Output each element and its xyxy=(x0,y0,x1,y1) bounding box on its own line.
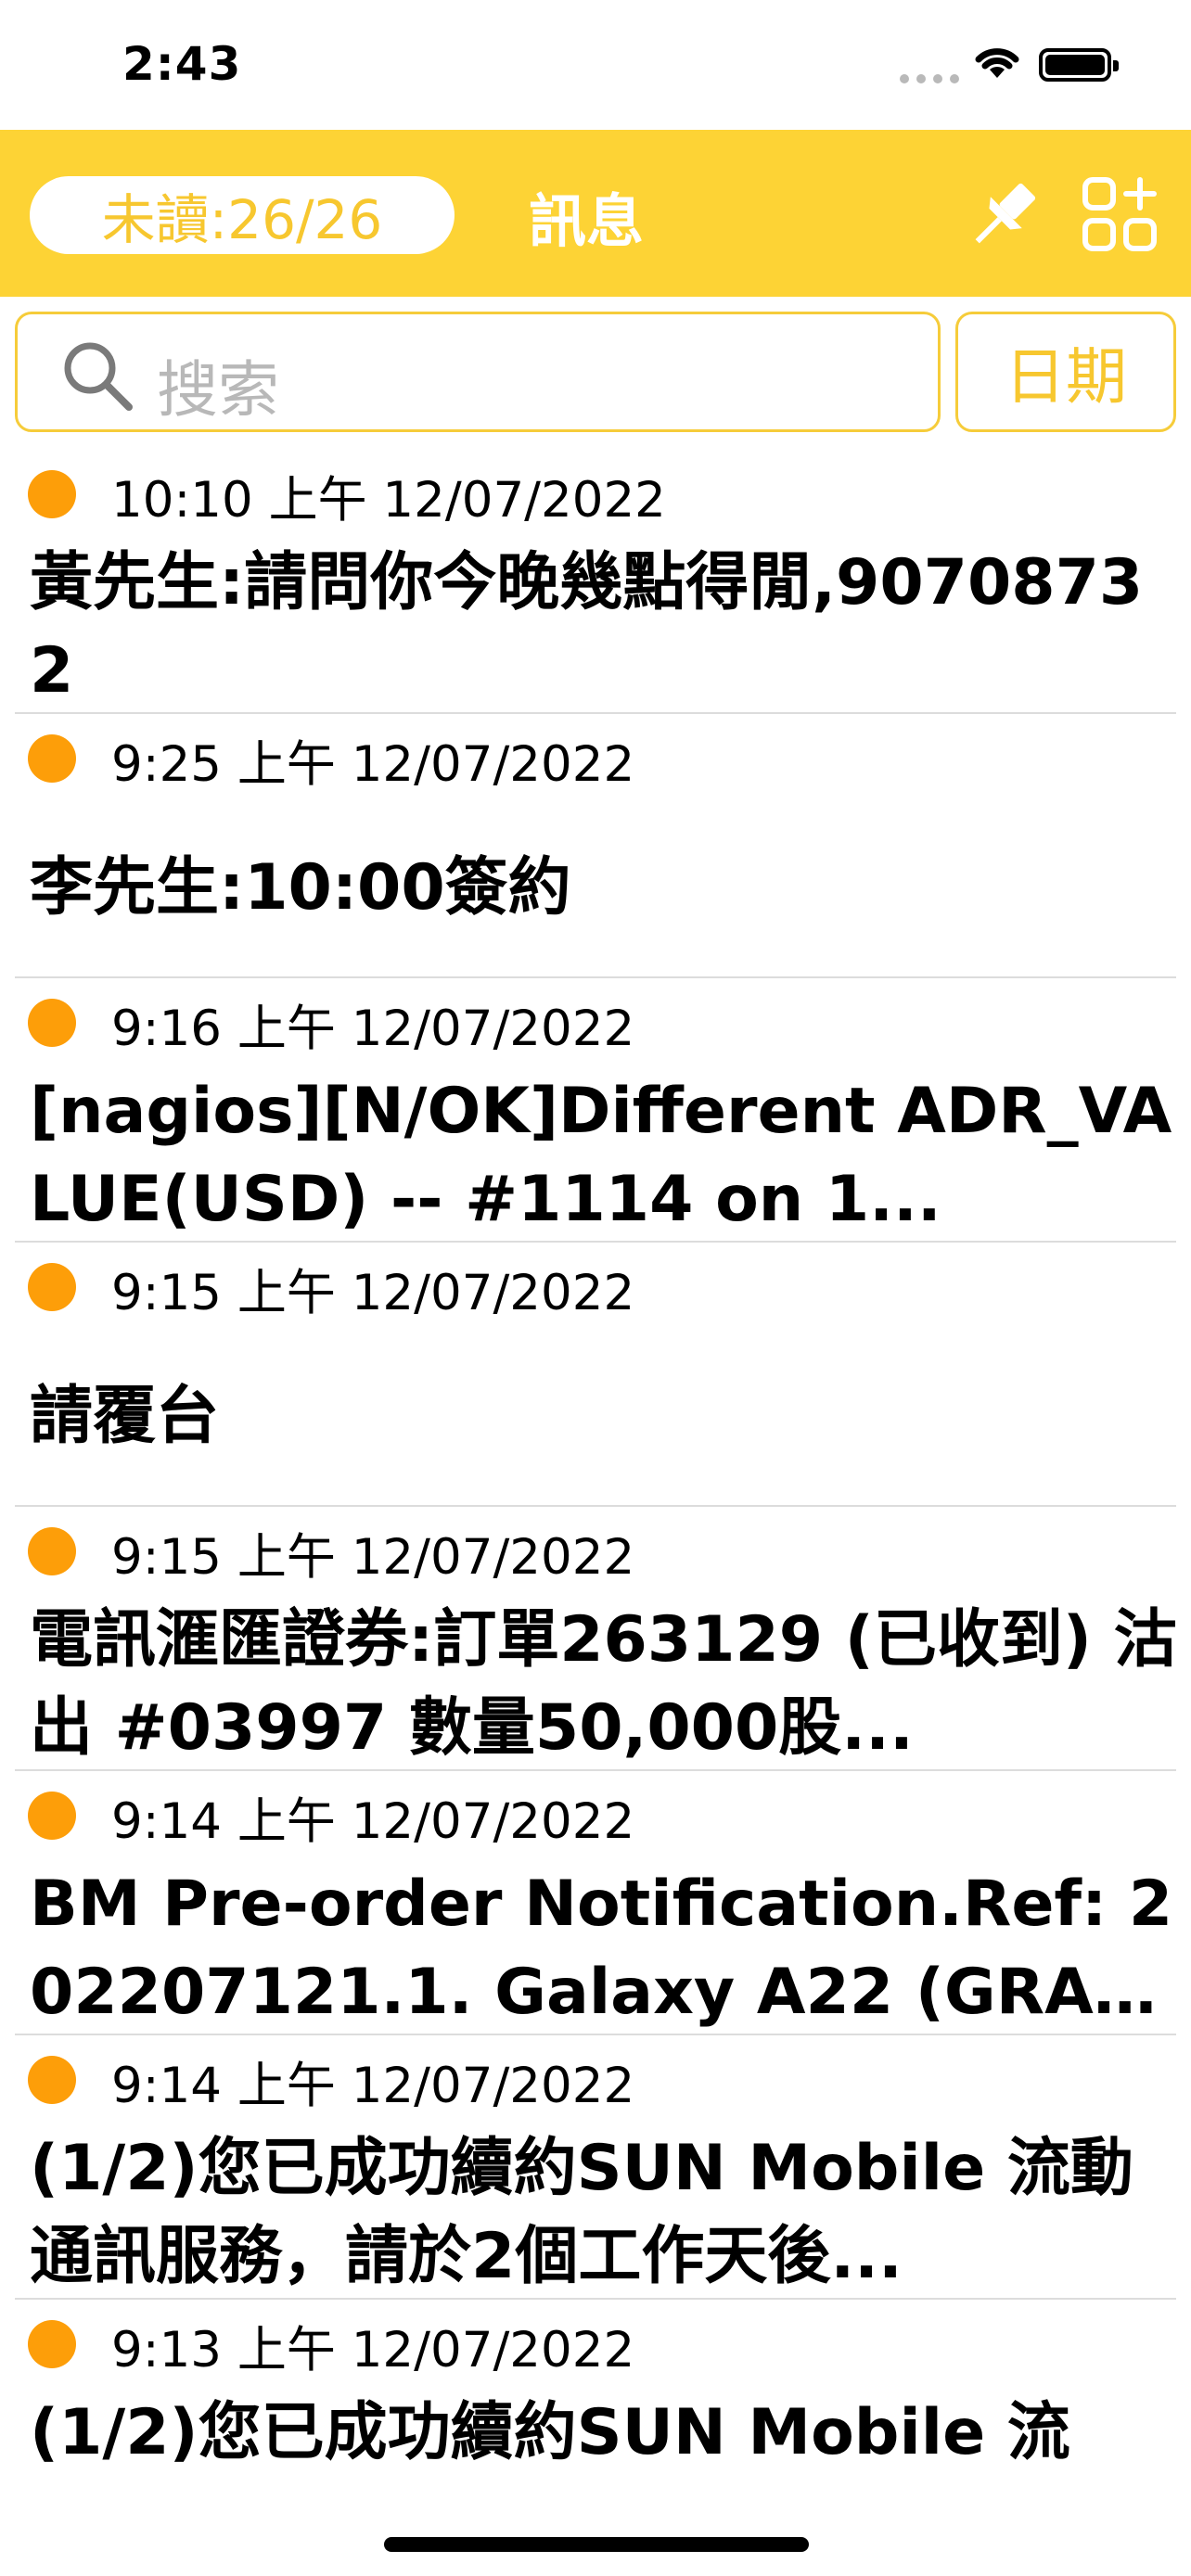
battery-icon xyxy=(1039,48,1119,82)
status-bar: 2:43 xyxy=(0,0,1191,130)
message-body: 李先生:10:00簽約 xyxy=(30,851,571,925)
status-time: 2:43 xyxy=(122,37,242,91)
message-body: [nagios][N/OK]Different ADR_VALUE(USD) -… xyxy=(30,1075,1172,1236)
list-item[interactable]: 9:13 上午 12/07/2022 (1/2)您已成功續約SUN Mobile… xyxy=(15,2300,1176,2564)
unread-dot-icon xyxy=(28,470,76,518)
unread-dot-icon xyxy=(28,734,76,783)
message-time: 9:25 上午 12/07/2022 xyxy=(111,736,635,793)
message-body: 電訊滙匯證券:訂單263129 (已收到) 沽出 #03997 數量50,000… xyxy=(30,1603,1177,1765)
page-title: 訊息 xyxy=(529,187,645,255)
message-time: 9:15 上午 12/07/2022 xyxy=(111,1529,635,1586)
unread-dot-icon xyxy=(28,999,76,1047)
screen: 2:43 未讀:26/26 訊息 搜索 日期 10:10 上午 12/07/20… xyxy=(0,0,1191,2576)
message-body: (1/2)您已成功續約SUN Mobile 流動通訊服務，請於2個工作天後... xyxy=(30,2132,1133,2293)
cellular-signal-icon xyxy=(900,74,959,83)
message-body: 請覆台 xyxy=(30,1380,220,1453)
unread-dot-icon xyxy=(28,1792,76,1840)
list-item[interactable]: 9:16 上午 12/07/2022 [nagios][N/OK]Differe… xyxy=(15,978,1176,1243)
unread-dot-icon xyxy=(28,2056,76,2104)
unread-dot-icon xyxy=(28,1527,76,1575)
search-icon xyxy=(64,342,133,411)
message-body: BM Pre-order Notification.Ref: 202207121… xyxy=(30,1868,1173,2029)
wifi-icon xyxy=(975,48,1019,78)
message-time: 9:16 上午 12/07/2022 xyxy=(111,1001,635,1057)
list-item[interactable]: 9:14 上午 12/07/2022 BM Pre-order Notifica… xyxy=(15,1771,1176,2035)
message-time: 9:13 上午 12/07/2022 xyxy=(111,2322,635,2378)
message-body: 黃先生:請問你今晚幾點得閒,90708732 xyxy=(30,546,1144,708)
list-item[interactable]: 9:14 上午 12/07/2022 (1/2)您已成功續約SUN Mobile… xyxy=(15,2035,1176,2300)
unread-count-button[interactable]: 未讀:26/26 xyxy=(30,176,455,254)
message-time: 9:14 上午 12/07/2022 xyxy=(111,1793,635,1850)
pin-icon[interactable] xyxy=(961,172,1046,258)
list-item[interactable]: 9:15 上午 12/07/2022 電訊滙匯證券:訂單263129 (已收到)… xyxy=(15,1507,1177,1771)
nav-bar: 未讀:26/26 訊息 xyxy=(0,130,1191,297)
home-indicator[interactable] xyxy=(384,2537,809,2552)
message-body: (1/2)您已成功續約SUN Mobile 流 xyxy=(30,2396,1070,2469)
unread-dot-icon xyxy=(28,1263,76,1311)
grid-add-icon[interactable] xyxy=(1080,174,1159,254)
unread-dot-icon xyxy=(28,2320,76,2368)
list-item[interactable]: 9:15 上午 12/07/2022 請覆台 xyxy=(15,1243,1176,1507)
list-item[interactable]: 10:10 上午 12/07/2022 黃先生:請問你今晚幾點得閒,907087… xyxy=(15,450,1176,714)
message-time: 9:15 上午 12/07/2022 xyxy=(111,1265,635,1321)
message-list[interactable]: 10:10 上午 12/07/2022 黃先生:請問你今晚幾點得閒,907087… xyxy=(0,450,1191,2564)
search-input[interactable]: 搜索 xyxy=(15,312,941,432)
message-time: 10:10 上午 12/07/2022 xyxy=(111,472,666,529)
search-placeholder: 搜索 xyxy=(157,354,279,426)
message-time: 9:14 上午 12/07/2022 xyxy=(111,2058,635,2114)
list-item[interactable]: 9:25 上午 12/07/2022 李先生:10:00簽約 xyxy=(15,714,1176,978)
date-filter-button[interactable]: 日期 xyxy=(955,312,1176,432)
